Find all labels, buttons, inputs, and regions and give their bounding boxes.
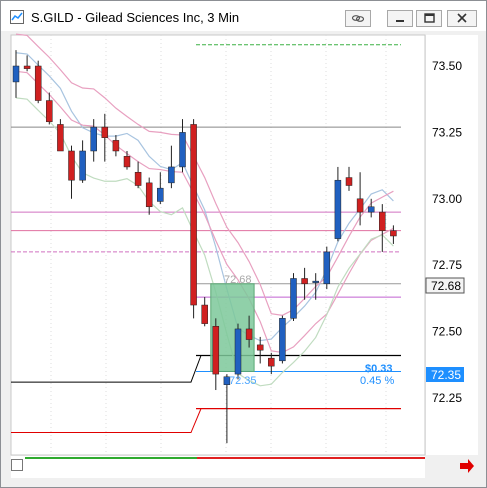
stop-price-label: 72.35 bbox=[431, 368, 461, 382]
price-tick-label: 73.50 bbox=[432, 59, 462, 73]
candle-body-1 bbox=[23, 65, 31, 69]
candle-body-25 bbox=[290, 278, 297, 319]
candle-body-27 bbox=[312, 280, 319, 283]
candle-body-22 bbox=[256, 344, 264, 351]
candle-body-32 bbox=[367, 206, 375, 213]
session-bar-red bbox=[197, 457, 425, 459]
measure-change: $0.33 bbox=[365, 363, 393, 375]
candle-body-2 bbox=[34, 65, 42, 101]
price-tick-label: 72.75 bbox=[432, 258, 462, 272]
candle-body-24 bbox=[279, 318, 286, 362]
candle-body-34 bbox=[390, 230, 397, 237]
candle-body-33 bbox=[379, 211, 386, 231]
box-bottom-label: 72.35 bbox=[229, 375, 257, 387]
candle-body-12 bbox=[145, 182, 153, 208]
candle-body-14 bbox=[168, 166, 175, 184]
time-axis[interactable] bbox=[11, 456, 425, 478]
candle-body-15 bbox=[179, 132, 186, 168]
candle-body-11 bbox=[134, 171, 142, 186]
box-top-label: 72.68 bbox=[224, 274, 252, 286]
price-tick-label: 72.25 bbox=[432, 391, 462, 405]
candle-body-31 bbox=[356, 198, 364, 213]
candle-body-7 bbox=[90, 126, 97, 152]
price-chart[interactable]: 73.5073.2573.0072.7572.5072.25 04:1504:3… bbox=[1, 1, 486, 487]
candle-body-29 bbox=[334, 179, 342, 239]
price-tick-label: 73.00 bbox=[432, 192, 462, 206]
candle-body-18 bbox=[212, 326, 220, 375]
candle-body-21 bbox=[245, 328, 253, 340]
candle-body-8 bbox=[101, 126, 109, 138]
candle-body-3 bbox=[46, 100, 53, 123]
candle-body-16 bbox=[190, 124, 197, 306]
candle-body-30 bbox=[345, 177, 353, 186]
chart-window: S.GILD - Gilead Sciences Inc, 3 Min 73.5… bbox=[0, 0, 487, 488]
scroll-right-arrow-icon[interactable] bbox=[459, 459, 475, 473]
candle-body-20 bbox=[234, 328, 242, 375]
candle-body-13 bbox=[157, 187, 164, 202]
candle-body-9 bbox=[112, 140, 120, 152]
measure-percent: 0.45 % bbox=[360, 375, 394, 387]
candle-body-10 bbox=[123, 156, 131, 168]
scale-checkbox[interactable] bbox=[11, 459, 23, 471]
candle-body-17 bbox=[201, 304, 208, 324]
candle-body-0 bbox=[12, 65, 20, 83]
candle-body-28 bbox=[323, 251, 331, 285]
price-tick-label: 72.50 bbox=[432, 325, 462, 339]
candle-body-6 bbox=[79, 150, 86, 181]
price-tick-label: 73.25 bbox=[432, 125, 462, 139]
candle-body-26 bbox=[301, 278, 308, 285]
current-price-label: 72.68 bbox=[431, 279, 461, 293]
candle-body-23 bbox=[268, 357, 275, 367]
candle-body-4 bbox=[57, 124, 64, 152]
candle-body-5 bbox=[68, 150, 75, 181]
